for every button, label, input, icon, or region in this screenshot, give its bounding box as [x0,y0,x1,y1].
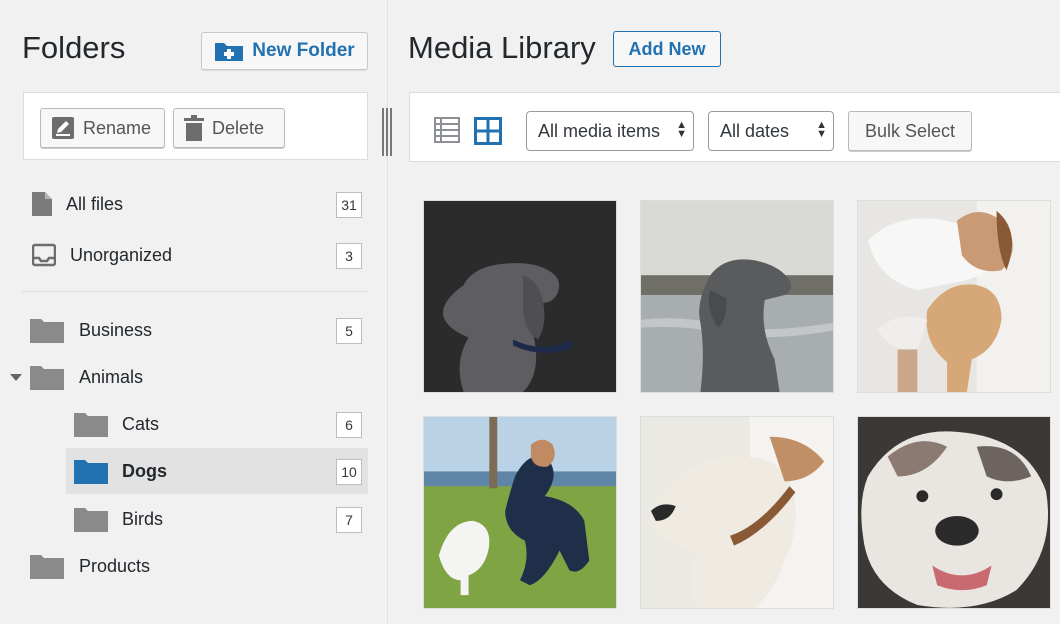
sidebar-item-business[interactable]: Business 5 [22,307,368,353]
caret-down-icon[interactable] [10,374,22,381]
count-badge: 7 [336,507,362,533]
media-tile[interactable] [857,200,1051,393]
count-badge: 5 [336,318,362,344]
folder-icon [30,555,64,579]
count-badge: 3 [336,243,362,269]
grid-view-icon[interactable] [474,117,502,145]
rename-button[interactable]: Rename [40,108,165,148]
sidebar-divider [22,291,368,292]
folders-sidebar: Folders New Folder Rename Delete All fil… [0,0,392,624]
date-filter[interactable]: All dates ▲ ▼ [708,111,834,151]
media-tile[interactable] [423,200,617,393]
dog-photo-thumbnail [858,417,1050,608]
sidebar-item-label: Unorganized [70,244,173,265]
select-arrows-icon: ▲ ▼ [816,119,827,140]
sidebar-item-unorganized[interactable]: Unorganized 3 [22,232,368,278]
dog-photo-thumbnail [424,201,616,392]
media-type-filter[interactable]: All media items ▲ ▼ [526,111,694,151]
sidebar-item-label: Dogs [122,460,167,481]
dog-photo-thumbnail [641,201,833,392]
add-new-button[interactable]: Add New [613,31,721,67]
sidebar-item-dogs[interactable]: Dogs 10 [66,448,368,494]
delete-label: Delete [212,117,265,138]
sidebar-item-cats[interactable]: Cats 6 [22,401,368,447]
bulk-select-button[interactable]: Bulk Select [848,111,972,151]
file-icon [32,192,52,216]
media-tile[interactable] [640,416,834,609]
select-arrows-icon: ▲ ▼ [676,119,687,140]
media-toolbar: All media items ▲ ▼ All dates ▲ ▼ Bulk Sel… [409,92,1060,162]
sidebar-item-products[interactable]: Products [22,543,368,589]
media-tile[interactable] [423,416,617,609]
dog-photo-thumbnail [641,417,833,608]
page-title: Media Library [408,30,596,65]
sidebar-item-label: Birds [122,508,164,529]
folder-icon [30,366,64,390]
folder-icon [74,413,108,437]
media-tile[interactable] [640,200,834,393]
new-folder-button[interactable]: New Folder [201,32,368,70]
media-type-value: All media items [538,120,661,141]
sidebar-item-label: All files [66,193,124,214]
inbox-icon [32,243,56,267]
folder-plus-icon [215,43,244,61]
trash-icon [184,115,204,141]
pencil-icon [52,117,74,139]
dog-photo-thumbnail [858,201,1050,392]
rename-label: Rename [83,117,152,138]
sidebar-item-label: Products [79,555,151,576]
new-folder-label: New Folder [252,40,355,61]
sidebar-resize-handle[interactable] [382,108,392,156]
folder-icon [74,508,108,532]
sidebar-item-birds[interactable]: Birds 7 [22,496,368,542]
dog-photo-thumbnail [424,417,616,608]
delete-button[interactable]: Delete [173,108,285,148]
media-tile[interactable] [857,416,1051,609]
folder-icon [30,319,64,343]
sidebar-item-label: Business [79,319,153,340]
sidebar-item-animals[interactable]: Animals [10,354,368,400]
folders-title: Folders [22,30,126,65]
sidebar-item-label: Cats [122,413,160,434]
list-view-icon[interactable] [434,117,460,143]
sidebar-item-label: Animals [79,366,144,387]
count-badge: 10 [336,459,362,485]
count-badge: 31 [336,192,362,218]
sidebar-item-all-files[interactable]: All files 31 [22,181,368,227]
date-value: All dates [720,120,790,141]
count-badge: 6 [336,412,362,438]
folder-icon [74,460,108,484]
folder-toolbar: Rename Delete [23,92,368,160]
